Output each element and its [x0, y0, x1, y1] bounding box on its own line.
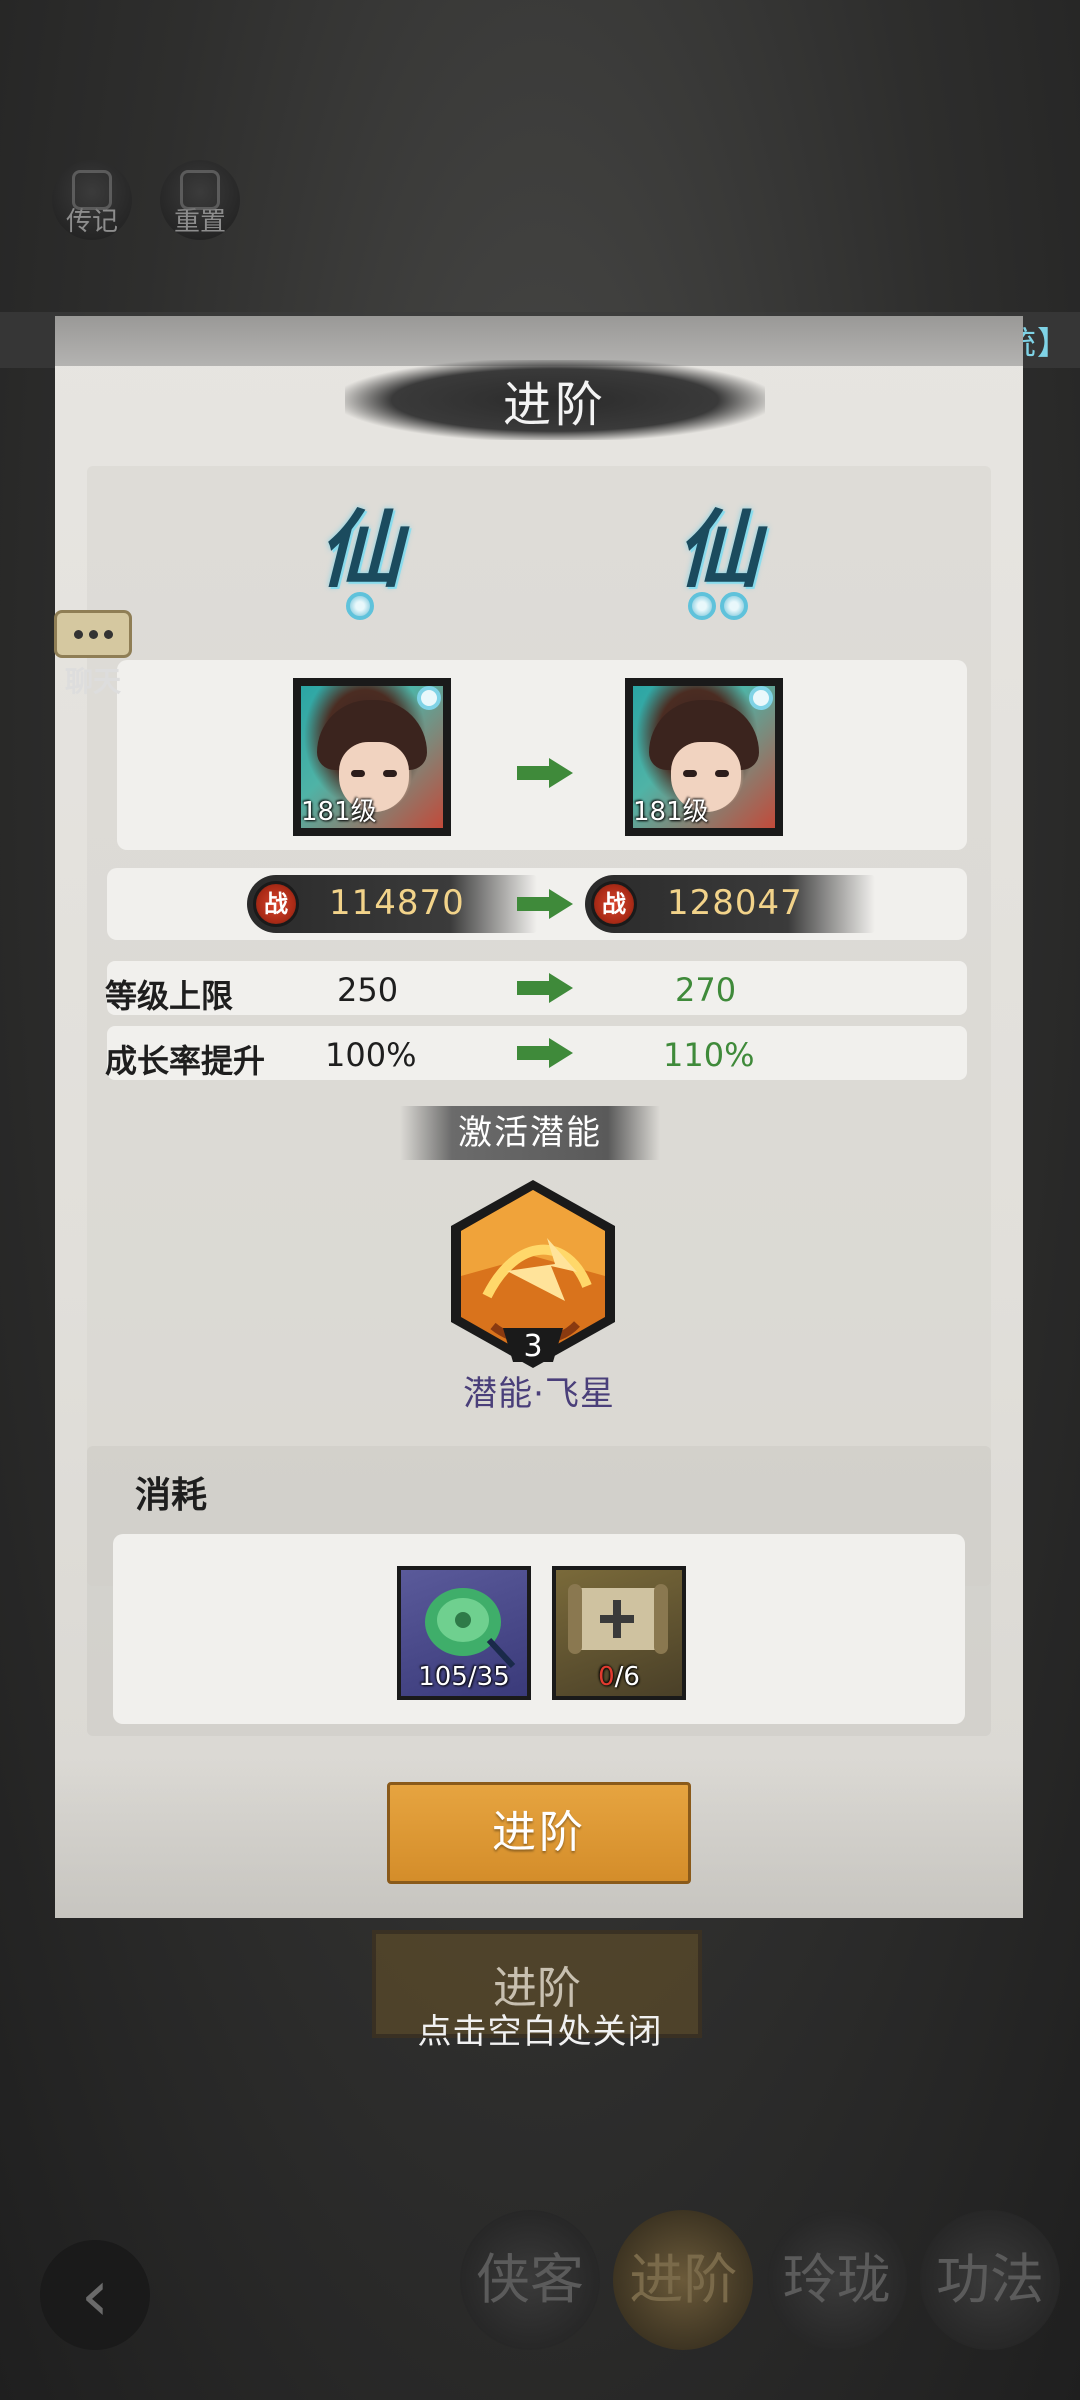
- chat-label: 聊天: [64, 665, 121, 698]
- modal-title: 进阶: [502, 377, 607, 433]
- tab-linglong[interactable]: 玲珑: [766, 2210, 907, 2350]
- cost-item-jade[interactable]: 105/35: [397, 1566, 531, 1700]
- cost-title: 消耗: [135, 1475, 208, 1516]
- rank-star-icon: [346, 592, 374, 620]
- arrow-right-icon: [517, 889, 573, 919]
- combat-power-after-value: 128047: [667, 883, 803, 923]
- background-side-label: [1032, 680, 1080, 790]
- rank-star-icon: [688, 592, 716, 620]
- stat-row-level-cap: 等级上限 250 270: [105, 961, 967, 1015]
- bottom-tab-bar: 侠客 进阶 玲珑 功法: [460, 2210, 1060, 2360]
- rank-badge-before: 仙: [305, 502, 415, 642]
- rank-star-icon: [720, 592, 748, 620]
- rank-mark-icon: [749, 686, 773, 710]
- hero-level-before: 181级: [301, 797, 377, 827]
- rank-glyph-after: 仙: [675, 500, 760, 599]
- stat-label: 成长率提升: [105, 1042, 266, 1080]
- potential-section-title: 激活潜能: [400, 1106, 660, 1160]
- tab-hero[interactable]: 侠客: [460, 2210, 600, 2350]
- potential-skill-name: 潜能·飞星: [463, 1374, 615, 1414]
- skill-level: 3: [523, 1329, 542, 1364]
- person-icon: [180, 170, 220, 210]
- modal-title-banner: 进阶: [345, 360, 765, 440]
- rank-dots-after: [688, 592, 748, 620]
- tab-advance-label: 进阶: [629, 2248, 738, 2311]
- combat-power-after: 战 128047: [585, 875, 875, 933]
- hero-level-after: 181级: [633, 797, 709, 827]
- combat-power-before-value: 114870: [329, 883, 465, 923]
- modal-header-strip: [55, 316, 1023, 366]
- arrow-right-icon: [517, 973, 573, 1003]
- hero-portrait-after: 181级: [625, 678, 783, 836]
- tab-hero-label: 侠客: [476, 2248, 584, 2311]
- hero-portrait-before: 181级: [293, 678, 451, 836]
- chat-bubble-icon: [54, 610, 132, 658]
- arrow-right-icon: [517, 758, 573, 788]
- book-icon: [72, 170, 112, 210]
- cost-items-box: [113, 1534, 965, 1724]
- rank-badge-after: 仙: [663, 502, 773, 642]
- stat-old-value: 100%: [325, 1036, 417, 1074]
- chevron-left-icon: ‹: [80, 2253, 110, 2337]
- rank-mark-icon: [417, 686, 441, 710]
- cost-item-count: 0/6: [598, 1662, 640, 1692]
- stat-row-growth-rate: 成长率提升 100% 110%: [105, 1026, 967, 1080]
- tab-linglong-label: 玲珑: [782, 2248, 891, 2311]
- back-button[interactable]: ‹: [40, 2240, 150, 2350]
- stat-label: 等级上限: [105, 977, 234, 1015]
- tab-skills-label: 功法: [935, 2248, 1044, 2311]
- combat-power-icon: 战: [253, 881, 299, 927]
- rank-glyph-before: 仙: [317, 500, 402, 599]
- chat-button[interactable]: 聊天: [52, 610, 134, 700]
- combat-power-before: 战 114870: [247, 875, 537, 933]
- jade-token-icon: [425, 1588, 516, 1669]
- rank-dots-before: [346, 592, 374, 620]
- tab-advance[interactable]: 进阶: [613, 2210, 754, 2350]
- biography-button[interactable]: 传记: [52, 160, 132, 240]
- combat-power-icon: 战: [591, 881, 637, 927]
- stat-new-value: 110%: [663, 1036, 755, 1074]
- potential-skill-icon[interactable]: 3: [447, 1176, 619, 1372]
- tab-skills[interactable]: 功法: [919, 2210, 1060, 2350]
- stat-old-value: 250: [337, 971, 399, 1009]
- reset-button[interactable]: 重置: [160, 160, 240, 240]
- advance-modal: 进阶 仙 仙 181级 181级 战 114870 战 128047 等级上限 …: [55, 316, 1023, 1918]
- arrow-right-icon: [517, 1038, 573, 1068]
- cost-item-scroll[interactable]: 0/6: [552, 1566, 686, 1700]
- advance-button[interactable]: 进阶: [387, 1782, 691, 1884]
- hero-compare-row: [117, 660, 967, 850]
- scroll-icon: [568, 1584, 668, 1654]
- cost-item-count: 105/35: [418, 1662, 510, 1692]
- close-hint[interactable]: 点击空白处关闭: [0, 2004, 1080, 2053]
- stat-new-value: 270: [675, 971, 737, 1009]
